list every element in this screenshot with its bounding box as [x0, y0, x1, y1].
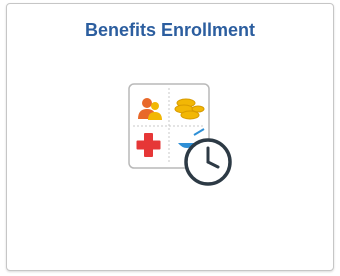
clock-icon: [184, 138, 232, 186]
tile-title: Benefits Enrollment: [84, 20, 256, 40]
benefits-enrollment-icon: [128, 83, 234, 191]
benefits-enrollment-tile[interactable]: Benefits Enrollment: [6, 3, 334, 271]
benefits-enrollment-icon-svg: [128, 83, 232, 186]
